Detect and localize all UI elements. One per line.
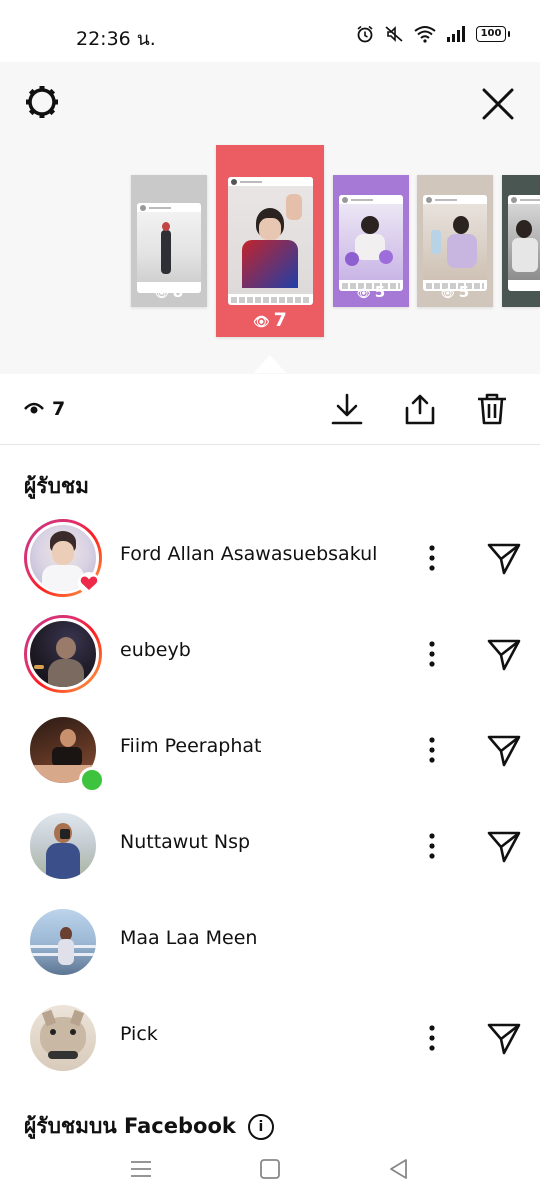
home-icon[interactable] — [257, 1156, 283, 1182]
viewer-row[interactable]: Nuttawut Nsp — [0, 807, 540, 903]
status-bar: 22:36 น. 100 — [0, 0, 540, 62]
alarm-icon — [357, 25, 373, 43]
viewer-name[interactable]: Ford Allan Asawasuebsakul — [120, 543, 377, 565]
download-icon[interactable] — [330, 392, 364, 426]
view-count-number: 7 — [52, 398, 66, 420]
wifi-icon — [414, 26, 436, 43]
more-options-icon[interactable] — [420, 637, 444, 671]
facebook-viewers-label: ผู้รับชมบน Facebook — [24, 1114, 236, 1138]
action-bar: 7 — [0, 374, 540, 445]
viewers-title: ผู้รับชม — [24, 474, 90, 498]
story-view-count: 👁 8 — [154, 283, 184, 301]
story-view-count: 👁 5 — [440, 283, 470, 301]
story-thumbnail[interactable]: 👁 8 — [131, 175, 207, 307]
send-message-icon[interactable] — [486, 637, 522, 673]
mute-icon — [385, 26, 403, 42]
more-options-icon[interactable] — [420, 733, 444, 767]
avatar[interactable] — [24, 903, 102, 981]
selected-pointer — [254, 355, 286, 373]
signal-icon — [447, 26, 465, 42]
story-thumbnail[interactable]: 👁 5 — [333, 175, 409, 307]
status-icons: 100 — [356, 25, 510, 43]
info-icon[interactable]: i — [247, 1113, 274, 1140]
share-icon[interactable] — [403, 392, 437, 426]
more-options-icon[interactable] — [420, 1021, 444, 1055]
back-icon[interactable] — [386, 1156, 412, 1182]
menu-icon[interactable] — [128, 1156, 154, 1182]
view-count: 7 — [24, 398, 65, 420]
story-thumbnail[interactable] — [502, 175, 540, 307]
eye-icon — [24, 402, 44, 414]
viewer-name[interactable]: eubeyb — [120, 639, 191, 661]
heart-badge — [78, 572, 100, 594]
story-view-count: 👁 5 — [356, 283, 386, 301]
viewer-name[interactable]: Nuttawut Nsp — [120, 831, 250, 853]
facebook-viewers-title: ผู้รับชมบน Facebook i — [24, 1110, 274, 1143]
battery-icon: 100 — [476, 26, 510, 42]
viewer-row[interactable]: Pick — [0, 999, 540, 1095]
online-status-badge — [79, 767, 105, 793]
viewer-name[interactable]: Pick — [120, 1023, 158, 1045]
avatar[interactable] — [24, 615, 102, 693]
send-message-icon[interactable] — [486, 1021, 522, 1057]
story-thumbnail[interactable]: 👁 5 — [417, 175, 493, 307]
more-options-icon[interactable] — [420, 829, 444, 863]
story-thumbnail-selected[interactable]: 👁 7 — [216, 145, 324, 337]
close-icon[interactable] — [480, 86, 516, 122]
status-time: 22:36 น. — [76, 28, 156, 50]
viewer-row[interactable]: Fiim Peeraphat — [0, 711, 540, 807]
heart-icon — [80, 576, 98, 590]
trash-icon[interactable] — [475, 392, 509, 426]
viewer-name[interactable]: Fiim Peeraphat — [120, 735, 261, 757]
viewer-row[interactable]: Ford Allan Asawasuebsakul — [0, 519, 540, 615]
send-message-icon[interactable] — [486, 733, 522, 769]
system-nav-bar — [0, 1140, 540, 1200]
avatar[interactable] — [24, 999, 102, 1077]
send-message-icon[interactable] — [486, 829, 522, 865]
settings-gear-icon[interactable] — [24, 84, 60, 120]
viewer-row[interactable]: Maa Laa Meen — [0, 903, 540, 999]
story-view-count: 👁 7 — [253, 309, 287, 331]
more-options-icon[interactable] — [420, 541, 444, 575]
viewer-row[interactable]: eubeyb — [0, 615, 540, 711]
send-message-icon[interactable] — [486, 541, 522, 577]
viewer-name[interactable]: Maa Laa Meen — [120, 927, 257, 949]
avatar[interactable] — [24, 807, 102, 885]
